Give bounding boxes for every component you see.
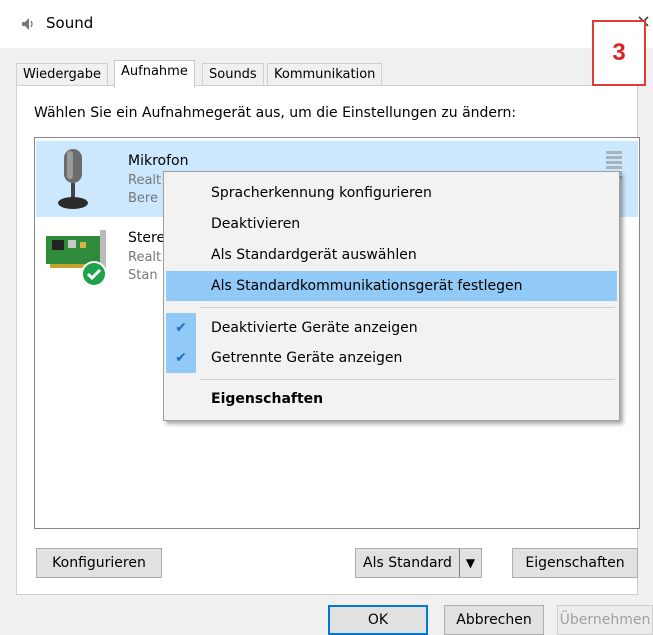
menu-item-standardgeraet[interactable]: Als Standardgerät auswählen [166,240,617,270]
menu-item-eigenschaften[interactable]: Eigenschaften [166,384,617,414]
tab-aufnahme[interactable]: Aufnahme [114,60,195,88]
speaker-icon [22,18,33,30]
instruction-text: Wählen Sie ein Aufnahmegerät aus, um die… [34,105,517,121]
sound-card-icon [46,230,107,287]
device-status: Bere [128,191,158,206]
tab-kommunikation[interactable]: Kommunikation [267,63,383,87]
device-name: Mikrofon [128,153,189,169]
device-name: Stere [128,230,166,246]
device-status: Stan [128,268,158,283]
menu-separator [200,307,615,308]
tab-wiedergabe[interactable]: Wiedergabe [16,63,109,87]
menu-item-label: Deaktivierte Geräte anzeigen [211,320,418,336]
properties-button[interactable]: Eigenschaften [512,548,638,578]
ok-button[interactable]: OK [328,605,428,635]
cancel-button[interactable]: Abbrechen [444,605,544,635]
menu-item-standardkommunikation[interactable]: Als Standardkommunikationsgerät festlege… [166,271,617,301]
microphone-icon [58,149,88,209]
configure-button[interactable]: Konfigurieren [36,548,162,578]
menu-item-deaktivierte-geraete[interactable]: ✔ Deaktivierte Geräte anzeigen [164,313,617,343]
device-driver: Realt [128,250,162,265]
menu-item-deaktivieren[interactable]: Deaktivieren [166,209,617,239]
context-menu: Spracherkennung konfigurieren Deaktivier… [163,171,620,421]
device-driver: Realt [128,173,162,188]
menu-separator [200,379,615,380]
title-bar: Sound × [0,0,653,48]
menu-item-label: Getrennte Geräte anzeigen [211,350,403,366]
menu-item-spracherkennung[interactable]: Spracherkennung konfigurieren [166,178,617,208]
step-number-badge: 3 [592,20,646,86]
apply-button[interactable]: Übernehmen [557,605,653,635]
chevron-down-icon[interactable]: ▼ [459,549,481,577]
set-default-label: Als Standard [363,555,452,571]
menu-item-getrennte-geraete[interactable]: ✔ Getrennte Geräte anzeigen [164,343,617,373]
window-title: Sound [46,14,94,32]
tab-sounds[interactable]: Sounds [202,63,264,87]
set-default-button[interactable]: Als Standard ▼ [355,548,482,578]
